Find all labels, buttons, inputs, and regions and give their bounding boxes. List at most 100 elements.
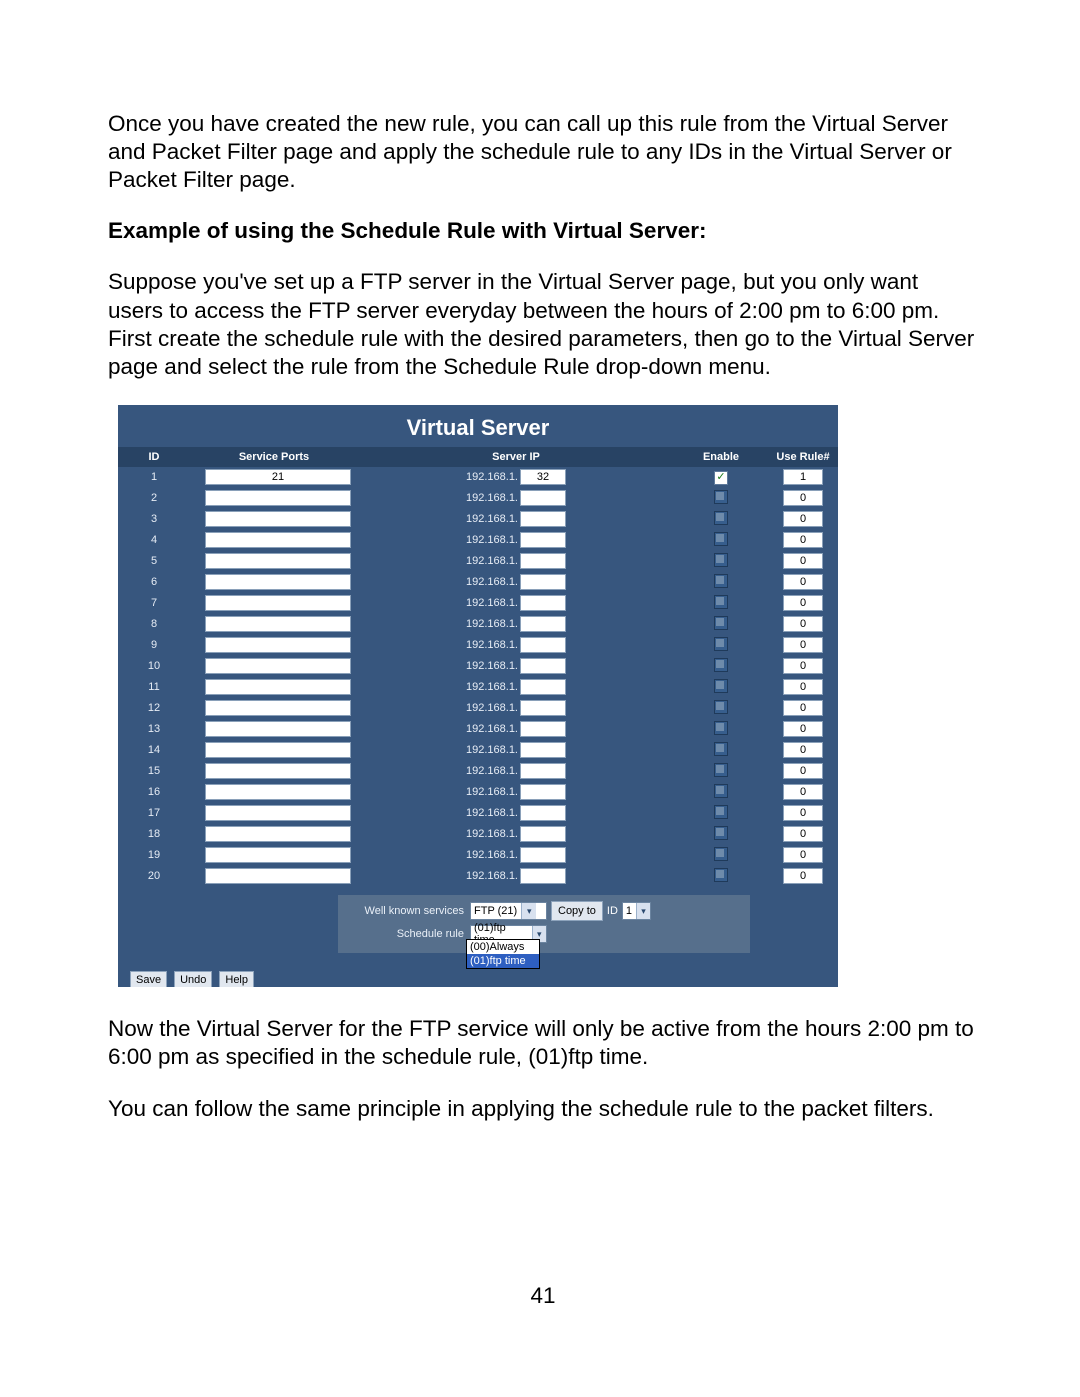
undo-button[interactable]: Undo — [174, 971, 212, 987]
use-rule-input[interactable]: 0 — [783, 784, 823, 800]
chevron-down-icon: ▾ — [636, 903, 650, 919]
service-port-input[interactable] — [205, 868, 351, 884]
enable-checkbox[interactable] — [714, 637, 728, 651]
ip-prefix: 192.168.1. — [466, 828, 518, 840]
dropdown-option[interactable]: (00)Always — [467, 940, 539, 954]
service-port-input[interactable] — [205, 700, 351, 716]
server-ip-input[interactable] — [520, 574, 566, 590]
help-button[interactable]: Help — [219, 971, 254, 987]
service-port-input[interactable] — [205, 847, 351, 863]
service-port-input[interactable] — [205, 490, 351, 506]
enable-checkbox[interactable] — [714, 679, 728, 693]
use-rule-input[interactable]: 0 — [783, 490, 823, 506]
service-port-input[interactable] — [205, 826, 351, 842]
row-id: 18 — [118, 828, 190, 840]
table-row: 20192.168.1.0 — [118, 866, 838, 887]
service-port-input[interactable] — [205, 721, 351, 737]
use-rule-input[interactable]: 0 — [783, 553, 823, 569]
row-id: 10 — [118, 660, 190, 672]
enable-checkbox[interactable] — [714, 574, 728, 588]
server-ip-input[interactable] — [520, 490, 566, 506]
server-ip-input[interactable] — [520, 721, 566, 737]
ip-prefix: 192.168.1. — [466, 723, 518, 735]
service-port-input[interactable] — [205, 784, 351, 800]
service-port-input[interactable] — [205, 616, 351, 632]
use-rule-input[interactable]: 0 — [783, 574, 823, 590]
use-rule-input[interactable]: 0 — [783, 511, 823, 527]
service-port-input[interactable]: 21 — [205, 469, 351, 485]
after-paragraph-1: Now the Virtual Server for the FTP servi… — [108, 1015, 978, 1071]
use-rule-input[interactable]: 0 — [783, 658, 823, 674]
server-ip-input[interactable] — [520, 847, 566, 863]
server-ip-input[interactable] — [520, 595, 566, 611]
server-ip-input[interactable] — [520, 868, 566, 884]
service-port-input[interactable] — [205, 595, 351, 611]
service-port-input[interactable] — [205, 658, 351, 674]
enable-checkbox[interactable] — [714, 784, 728, 798]
enable-checkbox[interactable] — [714, 721, 728, 735]
service-port-input[interactable] — [205, 532, 351, 548]
well-known-select[interactable]: FTP (21) ▾ — [470, 902, 547, 920]
use-rule-input[interactable]: 0 — [783, 868, 823, 884]
dropdown-option[interactable]: (01)ftp time — [467, 954, 539, 968]
server-ip-input[interactable] — [520, 763, 566, 779]
save-button[interactable]: Save — [130, 971, 167, 987]
enable-checkbox[interactable] — [714, 616, 728, 630]
use-rule-input[interactable]: 0 — [783, 742, 823, 758]
server-ip-input[interactable] — [520, 658, 566, 674]
use-rule-input[interactable]: 0 — [783, 595, 823, 611]
server-ip-input[interactable] — [520, 553, 566, 569]
server-ip-input[interactable] — [520, 742, 566, 758]
enable-checkbox[interactable] — [714, 595, 728, 609]
schedule-rule-dropdown[interactable]: (00)Always (01)ftp time — [466, 939, 540, 969]
enable-checkbox[interactable] — [714, 742, 728, 756]
enable-checkbox[interactable] — [714, 471, 728, 485]
enable-checkbox[interactable] — [714, 847, 728, 861]
service-port-input[interactable] — [205, 553, 351, 569]
service-port-input[interactable] — [205, 805, 351, 821]
enable-checkbox[interactable] — [714, 658, 728, 672]
enable-checkbox[interactable] — [714, 805, 728, 819]
use-rule-input[interactable]: 0 — [783, 679, 823, 695]
server-ip-input[interactable] — [520, 679, 566, 695]
use-rule-input[interactable]: 0 — [783, 721, 823, 737]
enable-checkbox[interactable] — [714, 868, 728, 882]
use-rule-input[interactable]: 0 — [783, 616, 823, 632]
use-rule-input[interactable]: 0 — [783, 637, 823, 653]
server-ip-input[interactable] — [520, 826, 566, 842]
use-rule-input[interactable]: 0 — [783, 826, 823, 842]
service-port-input[interactable] — [205, 637, 351, 653]
service-port-input[interactable] — [205, 679, 351, 695]
enable-checkbox[interactable] — [714, 532, 728, 546]
use-rule-input[interactable]: 0 — [783, 763, 823, 779]
table-row: 18 192.168.1. 0 — [118, 824, 838, 845]
enable-checkbox[interactable] — [714, 511, 728, 525]
use-rule-input[interactable]: 0 — [783, 532, 823, 548]
table-row: 15192.168.1.0 — [118, 761, 838, 782]
server-ip-input[interactable]: 32 — [520, 469, 566, 485]
server-ip-input[interactable] — [520, 616, 566, 632]
service-port-input[interactable] — [205, 763, 351, 779]
server-ip-input[interactable] — [520, 511, 566, 527]
enable-checkbox[interactable] — [714, 763, 728, 777]
server-ip-input[interactable] — [520, 532, 566, 548]
service-port-input[interactable] — [205, 742, 351, 758]
server-ip-input[interactable] — [520, 637, 566, 653]
enable-checkbox[interactable] — [714, 490, 728, 504]
enable-checkbox[interactable] — [714, 826, 728, 840]
server-ip-input[interactable] — [520, 805, 566, 821]
service-port-input[interactable] — [205, 574, 351, 590]
server-ip-input[interactable] — [520, 784, 566, 800]
row-id: 3 — [118, 513, 190, 525]
enable-checkbox[interactable] — [714, 553, 728, 567]
service-port-input[interactable] — [205, 511, 351, 527]
copy-id-select[interactable]: 1 ▾ — [622, 902, 651, 920]
use-rule-input[interactable]: 0 — [783, 805, 823, 821]
enable-checkbox[interactable] — [714, 700, 728, 714]
copy-to-button[interactable]: Copy to — [551, 901, 603, 921]
use-rule-input[interactable]: 0 — [783, 700, 823, 716]
use-rule-input[interactable]: 0 — [783, 847, 823, 863]
use-rule-input[interactable]: 1 — [783, 469, 823, 485]
server-ip-input[interactable] — [520, 700, 566, 716]
ip-prefix: 192.168.1. — [466, 576, 518, 588]
